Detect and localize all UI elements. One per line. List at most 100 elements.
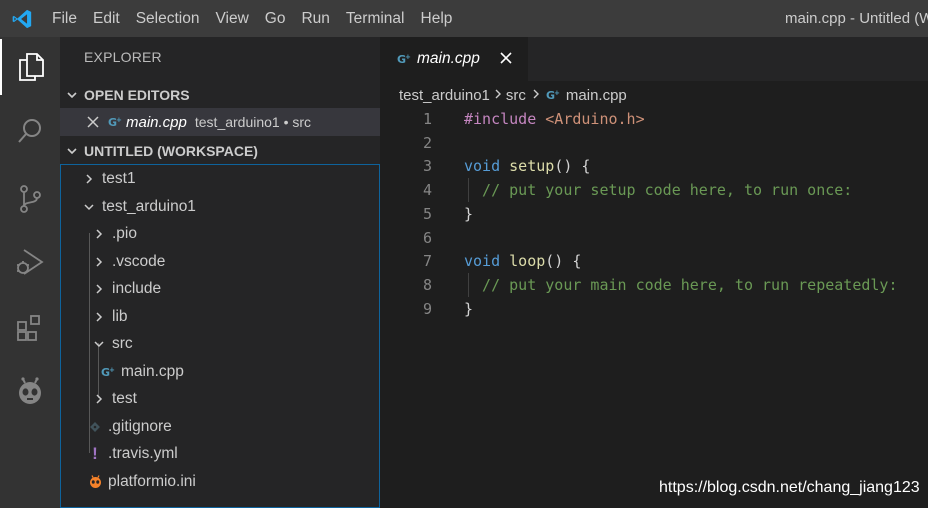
line-number: 8 (422, 275, 432, 294)
svg-text:+: + (109, 366, 115, 374)
tree-label: lib (112, 307, 128, 325)
tree-label: platformio.ini (108, 472, 196, 490)
explorer-icon[interactable] (0, 39, 60, 95)
code-token: <Arduino.h> (545, 110, 645, 128)
chevron-right-icon (494, 87, 502, 104)
code-line[interactable]: 3 void setup() { (380, 154, 928, 178)
chevron-right-icon (532, 87, 540, 104)
code-token: void (464, 157, 510, 176)
breadcrumb: test_arduino1 src G + main.cpp (399, 84, 627, 106)
watermark: https://blog.csdn.net/chang_jiang123 (659, 479, 920, 496)
line-number: 9 (422, 299, 432, 318)
tree-label: test (112, 389, 137, 407)
tree-file-main-cpp[interactable]: G + main.cpp (99, 358, 184, 385)
tree-label: .travis.yml (108, 444, 178, 462)
svg-text:+: + (405, 53, 411, 61)
menu-selection[interactable]: Selection (128, 0, 208, 37)
tree-folder-test-arduino1[interactable]: test_arduino1 (80, 193, 196, 220)
open-editors-label: OPEN EDITORS (84, 87, 190, 103)
tree-folder-pio[interactable]: .pio (90, 220, 137, 247)
menu-help[interactable]: Help (413, 0, 461, 37)
code-line[interactable]: 6 (380, 226, 928, 250)
line-number: 4 (422, 181, 432, 200)
chevron-down-icon (60, 145, 84, 157)
open-editor-item[interactable]: G + main.cpp test_arduino1 • src (60, 108, 380, 136)
code-line[interactable]: 9} (380, 297, 928, 321)
breadcrumb-item[interactable]: test_arduino1 (399, 87, 490, 104)
tree-folder-src[interactable]: src (90, 330, 133, 357)
code-line[interactable]: 2 (380, 131, 928, 155)
breadcrumb-item[interactable]: main.cpp (566, 87, 627, 104)
menu-go[interactable]: Go (257, 0, 294, 37)
tree-folder-include[interactable]: include (90, 275, 161, 302)
code-line[interactable]: 7 void loop() { (380, 249, 928, 273)
svg-text:+: + (554, 89, 560, 97)
line-number: 7 (422, 252, 432, 271)
activity-bar (0, 37, 60, 508)
code-token: // put your main code here, to run repea… (464, 275, 898, 294)
editor-tab-bar: G + main.cpp (380, 37, 928, 81)
chevron-down-icon (80, 201, 98, 213)
tree-folder-test[interactable]: test (90, 385, 137, 412)
chevron-right-icon (90, 311, 108, 323)
code-line[interactable]: 4 // put your setup code here, to run on… (380, 178, 928, 202)
code-token: // put your setup code here, to run once… (464, 181, 853, 200)
open-editor-filename: main.cpp (126, 113, 187, 131)
code-line[interactable]: 8 // put your main code here, to run rep… (380, 273, 928, 297)
workspace-label: UNTITLED (WORKSPACE) (84, 143, 258, 159)
open-editors-header[interactable]: OPEN EDITORS (60, 81, 380, 109)
extensions-icon[interactable] (0, 300, 60, 356)
code-token: setup (509, 157, 555, 176)
chevron-right-icon (90, 283, 108, 295)
tab-label: main.cpp (417, 50, 480, 67)
tree-file-gitignore[interactable]: .gitignore (86, 413, 172, 440)
explorer-sidebar: EXPLORER OPEN EDITORS G + main.cpp test_a… (60, 37, 380, 508)
menu-file[interactable]: File (44, 0, 85, 37)
open-editor-path: test_arduino1 • src (194, 114, 312, 130)
chevron-right-icon (80, 173, 98, 185)
menu-view[interactable]: View (207, 0, 256, 37)
workspace-header[interactable]: UNTITLED (WORKSPACE) (60, 137, 380, 165)
title-bar: File Edit Selection View Go Run Terminal… (0, 0, 928, 37)
code-text: // put your main code here, to run repea… (464, 273, 897, 297)
git-file-icon (86, 421, 104, 433)
platformio-file-icon (86, 474, 104, 489)
code-text: void setup() { (464, 154, 590, 178)
line-number: 2 (422, 133, 432, 152)
code-token: void (464, 252, 510, 271)
cpp-file-icon: G + (397, 52, 411, 66)
close-icon[interactable] (82, 116, 104, 128)
platformio-icon[interactable] (0, 363, 60, 419)
tree-file-platformio-ini[interactable]: platformio.ini (86, 468, 196, 495)
code-editor[interactable]: 1 #include <Arduino.h> 2 3 void setup() {4 /… (380, 106, 928, 508)
tree-label: src (112, 334, 133, 352)
source-control-icon[interactable] (0, 171, 60, 227)
menu-edit[interactable]: Edit (85, 0, 128, 37)
code-token: } (464, 204, 474, 223)
tree-folder-test1[interactable]: test1 (80, 165, 136, 192)
code-text: void loop() { (464, 249, 581, 273)
code-line[interactable]: 5} (380, 202, 928, 226)
tree-label: main.cpp (121, 362, 184, 380)
menu-terminal[interactable]: Terminal (338, 0, 413, 37)
tab-main-cpp[interactable]: G + main.cpp (380, 37, 528, 81)
menu-run[interactable]: Run (293, 0, 337, 37)
code-token: } (464, 299, 474, 318)
tree-file-travis-yml[interactable]: ! .travis.yml (86, 440, 178, 467)
tree-folder-vscode[interactable]: .vscode (90, 248, 165, 275)
run-debug-icon[interactable] (0, 234, 60, 290)
chevron-right-icon (90, 393, 108, 405)
vscode-logo-icon (0, 0, 44, 37)
breadcrumb-item[interactable]: src (506, 87, 526, 104)
tree-folder-lib[interactable]: lib (90, 303, 128, 330)
search-icon[interactable] (0, 103, 60, 159)
code-text: } (464, 297, 473, 321)
line-number: 1 (422, 110, 432, 128)
tree-label: .vscode (112, 252, 166, 270)
sidebar-title: EXPLORER (84, 49, 162, 65)
cpp-file-icon: G + (546, 88, 560, 102)
window-title: main.cpp - Untitled (W (785, 10, 928, 27)
chevron-down-icon (60, 89, 84, 101)
code-line[interactable]: 1 #include <Arduino.h> (380, 107, 928, 131)
close-icon[interactable] (497, 49, 515, 67)
